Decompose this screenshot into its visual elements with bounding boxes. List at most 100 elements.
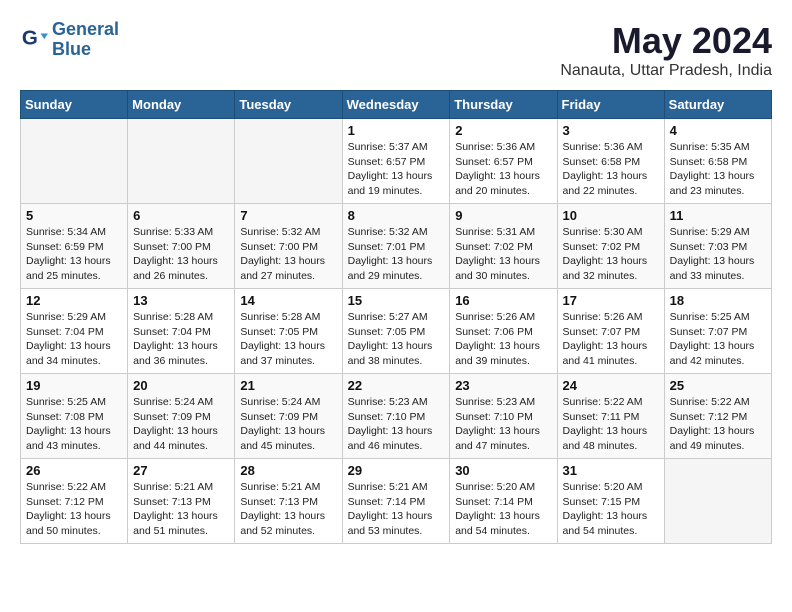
day-info: Sunrise: 5:24 AM Sunset: 7:09 PM Dayligh… [240,395,336,454]
day-info: Sunrise: 5:21 AM Sunset: 7:13 PM Dayligh… [240,480,336,539]
day-info: Sunrise: 5:22 AM Sunset: 7:11 PM Dayligh… [563,395,659,454]
day-number: 10 [563,208,659,223]
weekday-header-row: SundayMondayTuesdayWednesdayThursdayFrid… [21,91,772,119]
calendar-cell: 13Sunrise: 5:28 AM Sunset: 7:04 PM Dayli… [128,289,235,374]
day-info: Sunrise: 5:36 AM Sunset: 6:58 PM Dayligh… [563,140,659,199]
calendar-cell: 24Sunrise: 5:22 AM Sunset: 7:11 PM Dayli… [557,374,664,459]
day-number: 22 [348,378,445,393]
weekday-header: Sunday [21,91,128,119]
day-info: Sunrise: 5:21 AM Sunset: 7:13 PM Dayligh… [133,480,229,539]
calendar: SundayMondayTuesdayWednesdayThursdayFrid… [20,90,772,544]
calendar-cell: 7 Sunrise: 5:32 AM Sunset: 7:00 PM Daylig… [235,204,342,289]
weekday-header: Wednesday [342,91,450,119]
page-header: G General Blue May 2024 Nanauta, Uttar P… [20,20,772,80]
day-info: Sunrise: 5:25 AM Sunset: 7:08 PM Dayligh… [26,395,122,454]
day-number: 9 [455,208,551,223]
day-number: 27 [133,463,229,478]
day-info: Sunrise: 5:31 AM Sunset: 7:02 PM Dayligh… [455,225,551,284]
logo-text: General Blue [52,20,119,60]
calendar-cell: 3Sunrise: 5:36 AM Sunset: 6:58 PM Daylig… [557,119,664,204]
day-info: Sunrise: 5:24 AM Sunset: 7:09 PM Dayligh… [133,395,229,454]
day-number: 18 [670,293,766,308]
day-info: Sunrise: 5:35 AM Sunset: 6:58 PM Dayligh… [670,140,766,199]
calendar-cell: 16 Sunrise: 5:26 AM Sunset: 7:06 PM Dayli… [450,289,557,374]
day-number: 8 [348,208,445,223]
logo: G General Blue [20,20,119,60]
day-info: Sunrise: 5:22 AM Sunset: 7:12 PM Dayligh… [670,395,766,454]
calendar-cell [664,459,771,544]
calendar-cell: 25 Sunrise: 5:22 AM Sunset: 7:12 PM Dayli… [664,374,771,459]
day-info: Sunrise: 5:21 AM Sunset: 7:14 PM Dayligh… [348,480,445,539]
day-number: 14 [240,293,336,308]
calendar-cell: 18 Sunrise: 5:25 AM Sunset: 7:07 PM Dayli… [664,289,771,374]
calendar-cell: 19 Sunrise: 5:25 AM Sunset: 7:08 PM Dayli… [21,374,128,459]
calendar-cell: 15Sunrise: 5:27 AM Sunset: 7:05 PM Dayli… [342,289,450,374]
calendar-cell: 29Sunrise: 5:21 AM Sunset: 7:14 PM Dayli… [342,459,450,544]
calendar-cell: 26Sunrise: 5:22 AM Sunset: 7:12 PM Dayli… [21,459,128,544]
day-number: 4 [670,123,766,138]
calendar-cell [128,119,235,204]
calendar-cell: 31Sunrise: 5:20 AM Sunset: 7:15 PM Dayli… [557,459,664,544]
day-info: Sunrise: 5:29 AM Sunset: 7:04 PM Dayligh… [26,310,122,369]
day-info: Sunrise: 5:26 AM Sunset: 7:07 PM Dayligh… [563,310,659,369]
day-number: 20 [133,378,229,393]
calendar-week-row: 19 Sunrise: 5:25 AM Sunset: 7:08 PM Dayli… [21,374,772,459]
day-number: 17 [563,293,659,308]
calendar-cell: 20 Sunrise: 5:24 AM Sunset: 7:09 PM Dayli… [128,374,235,459]
calendar-week-row: 1 Sunrise: 5:37 AM Sunset: 6:57 PM Daylig… [21,119,772,204]
day-number: 21 [240,378,336,393]
calendar-cell: 4 Sunrise: 5:35 AM Sunset: 6:58 PM Daylig… [664,119,771,204]
calendar-cell: 8 Sunrise: 5:32 AM Sunset: 7:01 PM Daylig… [342,204,450,289]
day-number: 1 [348,123,445,138]
day-number: 13 [133,293,229,308]
day-info: Sunrise: 5:20 AM Sunset: 7:14 PM Dayligh… [455,480,551,539]
day-info: Sunrise: 5:37 AM Sunset: 6:57 PM Dayligh… [348,140,445,199]
day-number: 12 [26,293,122,308]
day-number: 28 [240,463,336,478]
day-number: 25 [670,378,766,393]
calendar-cell: 27 Sunrise: 5:21 AM Sunset: 7:13 PM Dayli… [128,459,235,544]
calendar-week-row: 26Sunrise: 5:22 AM Sunset: 7:12 PM Dayli… [21,459,772,544]
calendar-cell [21,119,128,204]
day-info: Sunrise: 5:27 AM Sunset: 7:05 PM Dayligh… [348,310,445,369]
weekday-header: Monday [128,91,235,119]
logo-icon: G [20,26,48,54]
calendar-cell: 9 Sunrise: 5:31 AM Sunset: 7:02 PM Daylig… [450,204,557,289]
calendar-cell: 22 Sunrise: 5:23 AM Sunset: 7:10 PM Dayli… [342,374,450,459]
day-number: 16 [455,293,551,308]
weekday-header: Thursday [450,91,557,119]
day-number: 6 [133,208,229,223]
calendar-cell: 12 Sunrise: 5:29 AM Sunset: 7:04 PM Dayli… [21,289,128,374]
day-info: Sunrise: 5:22 AM Sunset: 7:12 PM Dayligh… [26,480,122,539]
weekday-header: Tuesday [235,91,342,119]
day-info: Sunrise: 5:28 AM Sunset: 7:05 PM Dayligh… [240,310,336,369]
day-info: Sunrise: 5:32 AM Sunset: 7:01 PM Dayligh… [348,225,445,284]
calendar-week-row: 12 Sunrise: 5:29 AM Sunset: 7:04 PM Dayli… [21,289,772,374]
calendar-cell: 21 Sunrise: 5:24 AM Sunset: 7:09 PM Dayli… [235,374,342,459]
calendar-cell [235,119,342,204]
day-number: 30 [455,463,551,478]
title-block: May 2024 Nanauta, Uttar Pradesh, India [560,20,772,80]
day-number: 31 [563,463,659,478]
month-title: May 2024 [560,20,772,62]
svg-text:G: G [22,26,38,49]
day-info: Sunrise: 5:32 AM Sunset: 7:00 PM Dayligh… [240,225,336,284]
day-info: Sunrise: 5:36 AM Sunset: 6:57 PM Dayligh… [455,140,551,199]
calendar-cell: 30 Sunrise: 5:20 AM Sunset: 7:14 PM Dayli… [450,459,557,544]
day-info: Sunrise: 5:34 AM Sunset: 6:59 PM Dayligh… [26,225,122,284]
weekday-header: Saturday [664,91,771,119]
weekday-header: Friday [557,91,664,119]
day-info: Sunrise: 5:23 AM Sunset: 7:10 PM Dayligh… [455,395,551,454]
day-number: 19 [26,378,122,393]
day-number: 5 [26,208,122,223]
day-info: Sunrise: 5:26 AM Sunset: 7:06 PM Dayligh… [455,310,551,369]
calendar-cell: 1 Sunrise: 5:37 AM Sunset: 6:57 PM Daylig… [342,119,450,204]
day-number: 7 [240,208,336,223]
location-title: Nanauta, Uttar Pradesh, India [560,62,772,80]
day-info: Sunrise: 5:25 AM Sunset: 7:07 PM Dayligh… [670,310,766,369]
calendar-cell: 23Sunrise: 5:23 AM Sunset: 7:10 PM Dayli… [450,374,557,459]
day-info: Sunrise: 5:30 AM Sunset: 7:02 PM Dayligh… [563,225,659,284]
calendar-week-row: 5 Sunrise: 5:34 AM Sunset: 6:59 PM Daylig… [21,204,772,289]
day-info: Sunrise: 5:23 AM Sunset: 7:10 PM Dayligh… [348,395,445,454]
calendar-cell: 6Sunrise: 5:33 AM Sunset: 7:00 PM Daylig… [128,204,235,289]
